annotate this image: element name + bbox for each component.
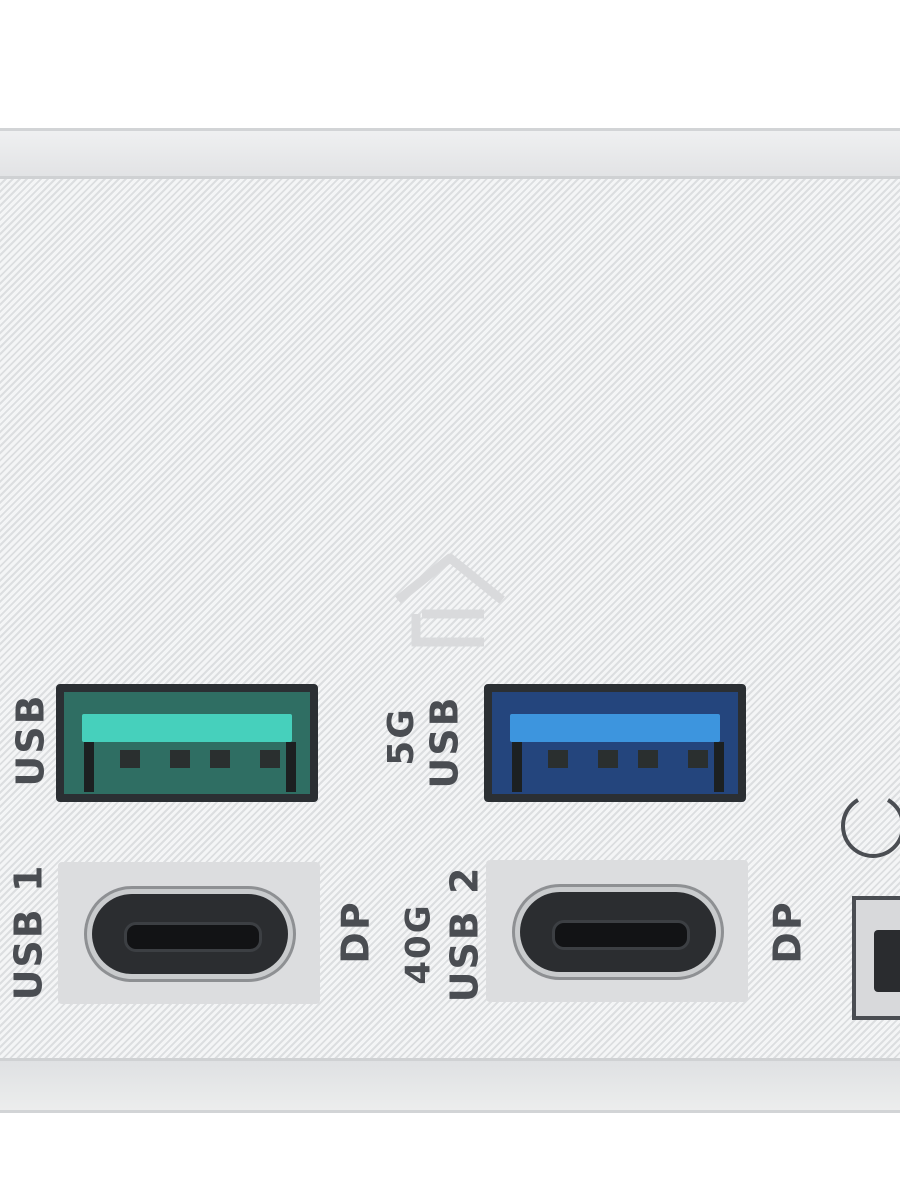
usb-c-left-label: USB 1	[6, 863, 51, 1001]
port-pin	[638, 750, 658, 768]
usb-c-port-right[interactable]	[520, 892, 716, 972]
power-jack-inner	[874, 930, 900, 992]
port-pin	[170, 750, 190, 768]
usb-c-slot	[552, 920, 690, 950]
usb-a-tongue	[82, 714, 292, 742]
power-jack[interactable]	[852, 896, 900, 1020]
power-icon	[841, 798, 900, 858]
port-pin	[210, 750, 230, 768]
dp-label-left: DP	[333, 900, 378, 964]
port-rail	[84, 742, 94, 792]
port-pin	[598, 750, 618, 768]
usb-c-slot	[124, 922, 262, 952]
port-rail	[714, 742, 724, 792]
port-pin	[548, 750, 568, 768]
usb-a-left-label: USB	[8, 693, 53, 787]
usb-c-right-speed-label: 40G	[398, 903, 439, 985]
usb-a-right-speed-label: 5G	[380, 707, 422, 766]
port-pin	[688, 750, 708, 768]
usb-c-port-left[interactable]	[92, 894, 288, 974]
usb-a-right-label: USB	[422, 695, 467, 789]
port-pin	[260, 750, 280, 768]
usb-a-port-left[interactable]	[56, 684, 318, 802]
bottom-rail	[0, 1058, 900, 1110]
usb-c-plate-left	[58, 862, 320, 1004]
usb-a-tongue	[510, 714, 720, 742]
port-pin	[120, 750, 140, 768]
usb-a-port-right[interactable]	[484, 684, 746, 802]
usb-c-plate-right	[486, 860, 748, 1002]
home-outline-icon	[395, 553, 505, 647]
port-rail	[512, 742, 522, 792]
top-rail	[0, 131, 900, 179]
dp-label-right: DP	[765, 900, 810, 964]
port-rail	[286, 742, 296, 792]
usb-c-right-label: USB 2	[442, 865, 487, 1003]
